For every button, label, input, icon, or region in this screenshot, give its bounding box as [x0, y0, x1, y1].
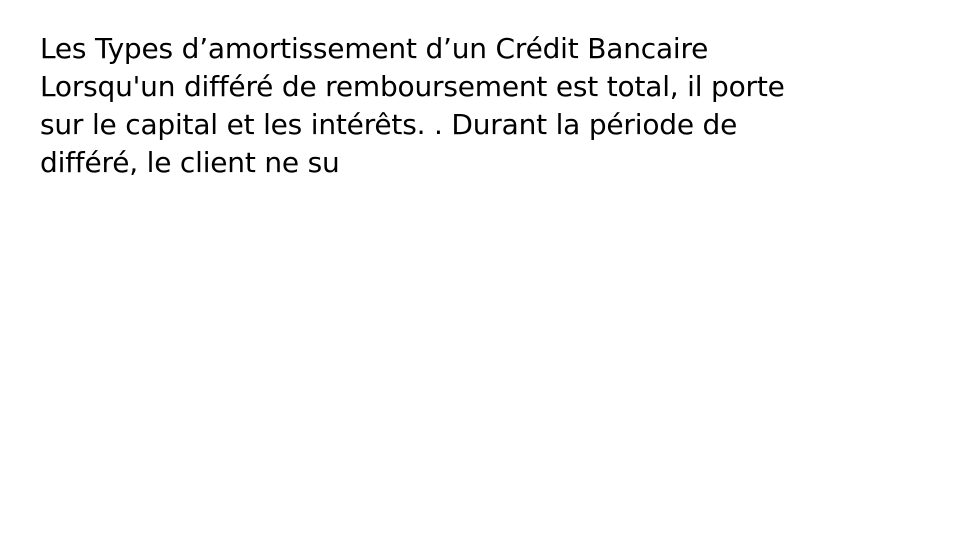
slide-title: Les Types d’amortissement d’un Crédit Ba… — [40, 32, 709, 65]
slide: Les Types d’amortissement d’un Crédit Ba… — [0, 0, 960, 540]
body-line-1: Lorsqu'un différé de remboursement est t… — [40, 70, 785, 103]
slide-text: Les Types d’amortissement d’un Crédit Ba… — [40, 30, 920, 182]
body-line-2: sur le capital et les intérêts. . Durant… — [40, 108, 738, 141]
body-line-3: différé, le client ne su — [40, 146, 340, 179]
